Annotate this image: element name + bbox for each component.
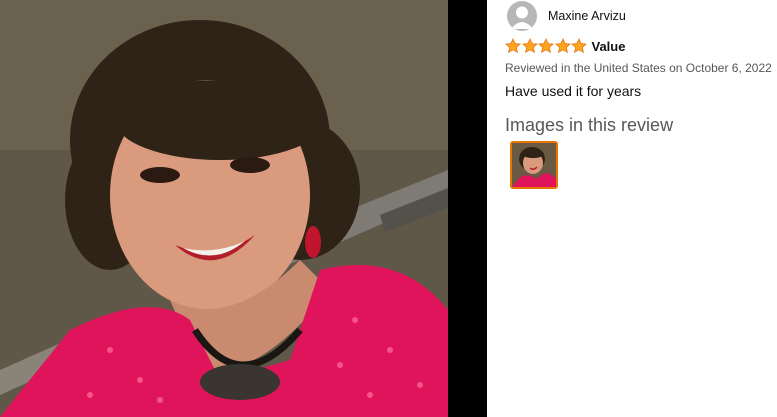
review-title[interactable]: Value bbox=[592, 39, 626, 54]
reviewer-name[interactable]: Maxine Arvizu bbox=[548, 9, 626, 23]
review-photo bbox=[0, 0, 448, 417]
review-date: Reviewed in the United States on October… bbox=[505, 61, 772, 75]
star-icon bbox=[554, 38, 571, 54]
user-avatar-icon bbox=[507, 1, 537, 31]
star-icon bbox=[521, 38, 538, 54]
star-icon bbox=[538, 38, 554, 54]
review-panel: Maxine Arvizu Value Reviewed in the Unit… bbox=[487, 0, 777, 417]
review-text: Have used it for years bbox=[505, 83, 642, 99]
star-icon bbox=[505, 38, 521, 54]
review-image-viewer bbox=[0, 0, 487, 417]
rating-row: Value bbox=[505, 38, 625, 54]
star-icon bbox=[571, 38, 587, 54]
star-rating[interactable] bbox=[505, 38, 588, 54]
images-heading: Images in this review bbox=[505, 115, 674, 135]
reviewer-profile[interactable]: Maxine Arvizu bbox=[507, 1, 626, 31]
review-image-thumbnail[interactable] bbox=[510, 141, 558, 189]
